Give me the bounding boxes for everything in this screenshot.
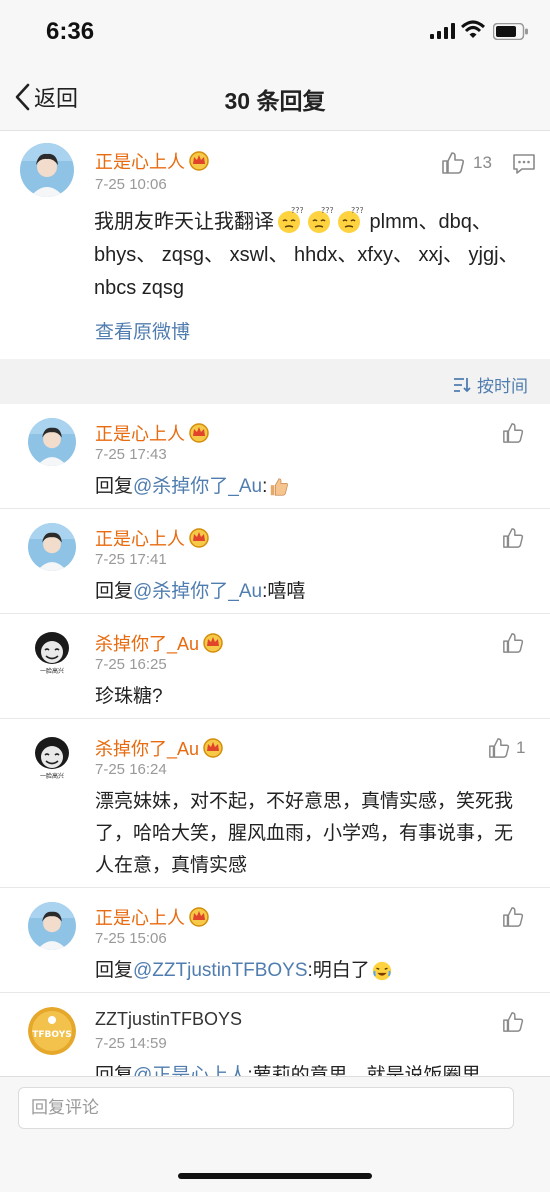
thumbs-up-icon [489,738,510,758]
reply-item: 正是心上人 7-25 17:43 回复@杀掉你了_Au: [0,404,550,509]
username[interactable]: 杀掉你了_Au [95,735,224,761]
like-button[interactable] [502,527,524,549]
main-comment: 正是心上人 7-25 10:06 13 我朋友昨天让我翻译????????? p… [0,131,550,359]
username[interactable]: 正是心上人 [95,148,210,174]
crown-badge-icon [189,423,209,443]
timestamp: 7-25 16:24 [95,761,167,778]
sort-icon [454,377,471,392]
sort-by-time-button[interactable]: 按时间 [453,372,528,397]
username[interactable]: ZZTjustinTFBOYS [95,1009,242,1030]
reply-list: 正是心上人 7-25 17:43 回复@杀掉你了_Au: 正是心上人 7-25 … [0,404,550,1076]
reply-item: 正是心上人 7-25 15:06 回复@ZZTjustinTFBOYS:明白了 [0,888,550,993]
avatar-caption: 一脸高兴 [40,667,64,675]
thumbs-up-icon [503,528,524,548]
username[interactable]: 杀掉你了_Au [95,630,224,656]
reply-item: 一脸高兴 杀掉你了_Au 7-25 16:25 珍珠糖? [0,614,550,719]
mention-link[interactable]: @杀掉你了_Au [133,581,262,602]
crown-badge-icon [189,528,209,548]
svg-text:???: ??? [351,206,363,215]
crown-badge-icon [203,738,223,758]
thinking-emoji-icon: ??? [308,206,333,233]
avatar[interactable] [28,902,76,950]
laughing-crying-emoji-icon [372,961,391,981]
reply-item: 正是心上人 7-25 17:41 回复@杀掉你了_Au:嘻嘻 [0,509,550,614]
avatar[interactable]: TFBOYS [28,1007,76,1055]
avatar[interactable] [28,418,76,466]
comment-text: 我朋友昨天让我翻译????????? plmm、dbq、 bhys、 zqsg、… [94,206,519,299]
svg-text:???: ??? [291,206,303,215]
svg-text:???: ??? [321,206,333,215]
crown-badge-icon [189,907,209,927]
status-time: 6:36 [46,18,95,45]
timestamp: 7-25 10:06 [95,176,167,193]
avatar[interactable] [20,143,74,197]
like-button[interactable]: 1 [488,737,525,759]
like-button[interactable] [502,906,524,928]
like-button[interactable] [502,1011,524,1033]
tfboys-logo-text: TFBOYS [32,1030,71,1040]
like-button[interactable] [502,422,524,444]
like-button[interactable] [502,632,524,654]
thumbs-up-icon [503,1012,524,1032]
timestamp: 7-25 14:59 [95,1035,167,1052]
view-original-link[interactable]: 查看原微博 [95,317,190,344]
thumbs-up-icon [503,423,524,443]
status-bar: 6:36 [0,0,550,64]
timestamp: 7-25 15:06 [95,930,167,947]
mention-link[interactable]: @ZZTjustinTFBOYS [133,960,307,981]
thumbs-up-emoji-icon [271,478,289,496]
home-indicator[interactable] [178,1173,372,1179]
crown-badge-icon [189,151,209,171]
thumbs-up-icon [503,633,524,653]
thumbs-up-icon [442,152,465,174]
reply-text: 回复@正是心上人:萝莉的意思，就是说饭圈里 [95,1060,515,1076]
comment-icon[interactable] [512,153,536,175]
avatar-caption: 一脸高兴 [40,772,64,780]
mention-link[interactable]: @正是心上人 [133,1065,247,1076]
mention-link[interactable]: @杀掉你了_Au [133,476,262,497]
wifi-icon [461,20,485,38]
thinking-emoji-icon: ??? [338,206,363,233]
username[interactable]: 正是心上人 [95,525,210,551]
timestamp: 7-25 17:43 [95,446,167,463]
thinking-emoji-icon: ??? [278,206,303,233]
battery-icon [493,23,528,40]
avatar[interactable]: 一脸高兴 [28,733,76,781]
reply-text: 回复@杀掉你了_Au:嘻嘻 [95,581,306,602]
reply-comment-input[interactable] [18,1087,514,1129]
reply-text: 珍珠糖? [95,686,163,707]
reply-item: 一脸高兴 杀掉你了_Au 7-25 16:24 1 漂亮妹妹，对不起，不好意思，… [0,719,550,888]
avatar[interactable] [28,523,76,571]
like-count: 13 [473,153,492,172]
reply-text: 回复@杀掉你了_Au: [95,471,515,503]
signal-icon [430,23,455,39]
username[interactable]: 正是心上人 [95,904,210,930]
username[interactable]: 正是心上人 [95,420,210,446]
avatar[interactable]: 一脸高兴 [28,628,76,676]
timestamp: 7-25 16:25 [95,656,167,673]
reply-input-bar [0,1076,550,1192]
sort-bar: 按时间 [0,360,550,404]
reply-item: TFBOYS ZZTjustinTFBOYS 7-25 14:59 回复@正是心… [0,993,550,1076]
reply-text: 回复@ZZTjustinTFBOYS:明白了 [95,955,515,987]
sort-label: 按时间 [477,377,528,396]
crown-badge-icon [203,633,223,653]
thumbs-up-icon [503,907,524,927]
reply-text: 漂亮妹妹，对不起，不好意思，真情实感，笑死我了，哈哈大笑，腥风血雨，小学鸡，有事… [95,791,514,876]
timestamp: 7-25 17:41 [95,551,167,568]
nav-bar: 返回 30 条回复 [0,64,550,131]
like-button[interactable]: 13 [441,151,492,175]
like-count: 1 [516,738,526,757]
page-title: 30 条回复 [224,88,326,114]
